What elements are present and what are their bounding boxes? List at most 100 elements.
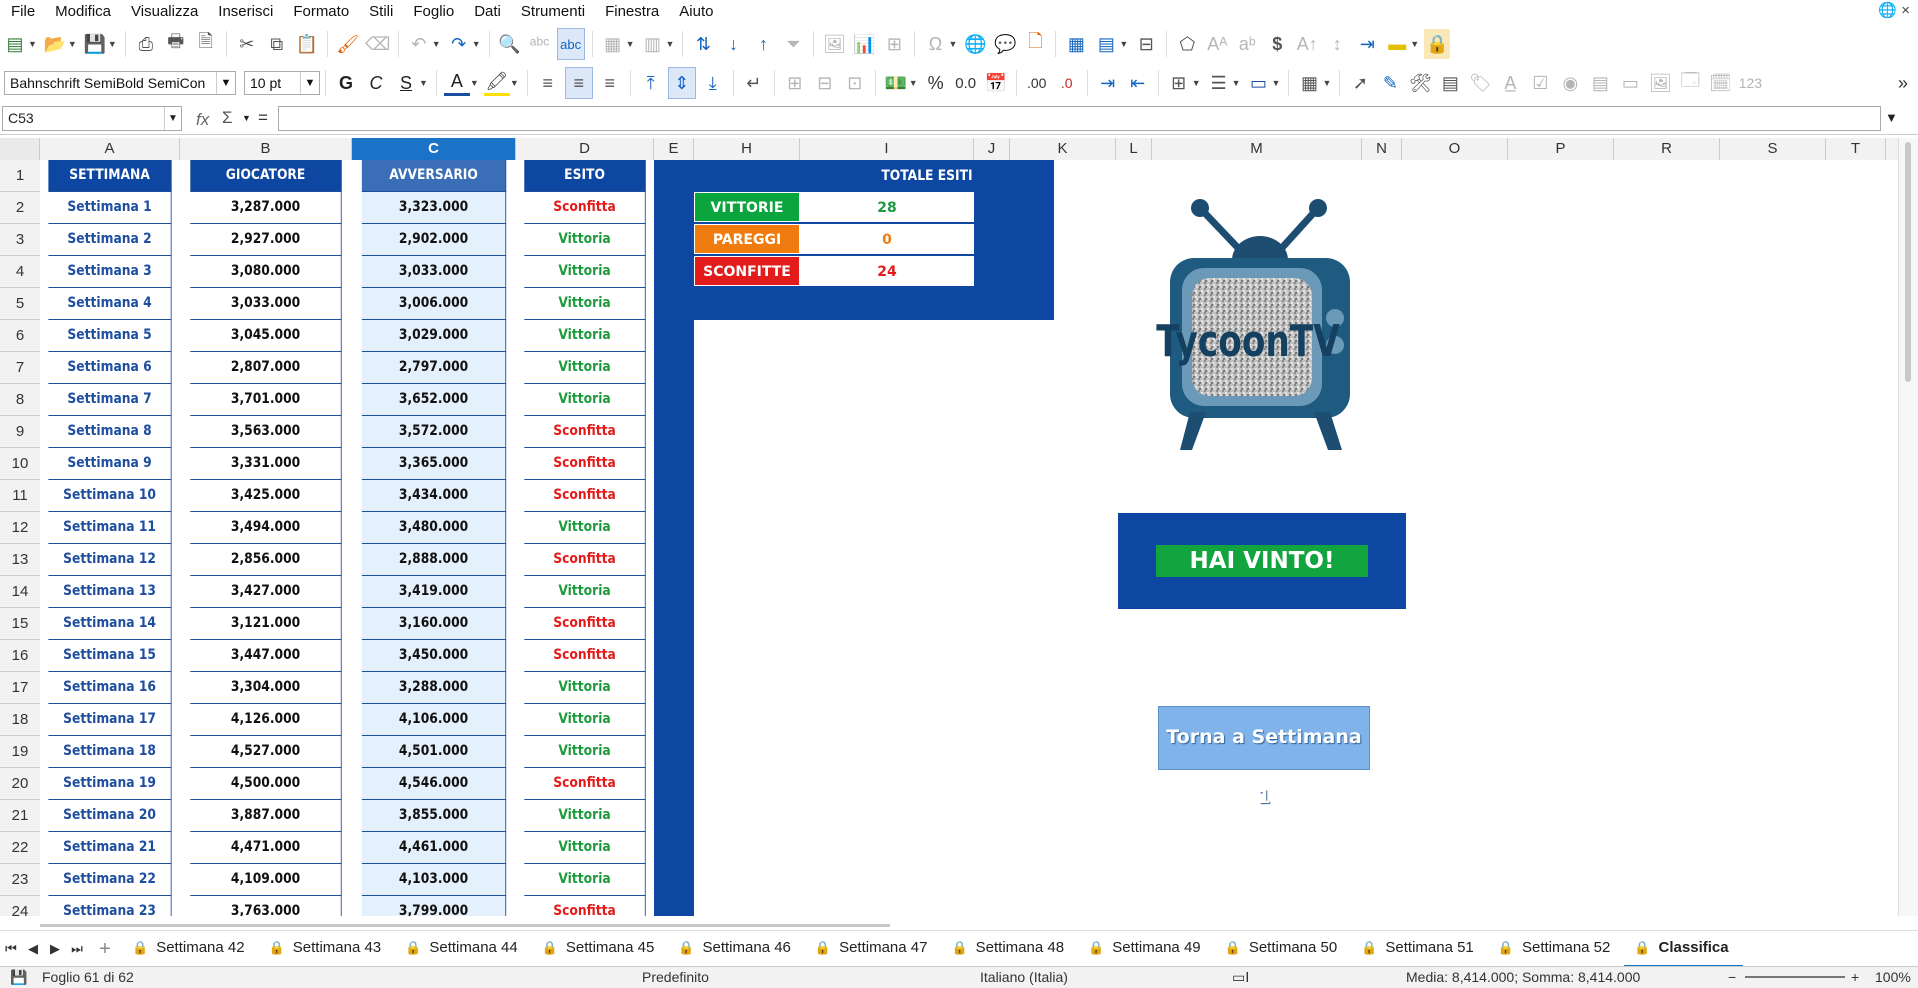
menu-foglio[interactable]: Foglio bbox=[402, 3, 463, 20]
align-left-icon[interactable]: ≡ bbox=[535, 68, 561, 98]
menu-formato[interactable]: Formato bbox=[282, 3, 358, 20]
opponent-score-cell[interactable]: 4,546.000 bbox=[361, 768, 507, 800]
sheet-tab[interactable]: 🔒 Settimana 48 bbox=[941, 931, 1078, 965]
format-number-icon[interactable]: 0.0 bbox=[953, 68, 979, 98]
column-header-c[interactable]: C bbox=[352, 138, 516, 160]
player-score-cell[interactable]: 4,500.000 bbox=[190, 768, 342, 800]
menu-visualizza[interactable]: Visualizza bbox=[120, 3, 207, 20]
opponent-score-cell[interactable]: 3,033.000 bbox=[361, 256, 507, 288]
player-score-cell[interactable]: 3,887.000 bbox=[190, 800, 342, 832]
menu-file[interactable]: File bbox=[0, 3, 44, 20]
hyperlink-icon[interactable]: 🌐 bbox=[962, 29, 988, 59]
merge-center-icon[interactable]: ⊞ bbox=[782, 68, 808, 98]
sheet-tab[interactable]: 🔒 Settimana 44 bbox=[395, 931, 532, 965]
export-pdf-icon[interactable]: ⎙ bbox=[133, 29, 159, 59]
horizontal-scrollbar[interactable] bbox=[0, 916, 1898, 930]
row-header[interactable]: 7 bbox=[0, 352, 40, 384]
sheet-tab[interactable]: 🔒 Settimana 51 bbox=[1351, 931, 1488, 965]
week-cell[interactable]: Settimana 18 bbox=[48, 736, 172, 768]
window-controls-icon[interactable]: 🌐 × bbox=[1878, 1, 1910, 19]
header-footer-icon[interactable]: 🗋 bbox=[1022, 29, 1048, 59]
grow-text-icon[interactable]: A↑ bbox=[1294, 29, 1320, 59]
week-cell[interactable]: Settimana 13 bbox=[48, 576, 172, 608]
week-cell[interactable]: Settimana 11 bbox=[48, 512, 172, 544]
row-header[interactable]: 20 bbox=[0, 768, 40, 800]
sort-icon[interactable]: ⇅ bbox=[690, 29, 716, 59]
opponent-score-cell[interactable]: 2,902.000 bbox=[361, 224, 507, 256]
copy-icon[interactable]: ⧉ bbox=[264, 29, 290, 59]
week-cell[interactable]: Settimana 10 bbox=[48, 480, 172, 512]
selection-mode-icon[interactable]: ▭Ⅰ bbox=[1232, 969, 1249, 986]
outcome-cell[interactable]: Vittoria bbox=[524, 576, 646, 608]
opponent-score-cell[interactable]: 3,288.000 bbox=[361, 672, 507, 704]
outcome-cell[interactable]: Vittoria bbox=[524, 384, 646, 416]
player-score-cell[interactable]: 3,045.000 bbox=[190, 320, 342, 352]
opponent-score-cell[interactable]: 4,106.000 bbox=[361, 704, 507, 736]
opponent-score-cell[interactable]: 3,029.000 bbox=[361, 320, 507, 352]
week-cell[interactable]: Settimana 21 bbox=[48, 832, 172, 864]
week-cell[interactable]: Settimana 12 bbox=[48, 544, 172, 576]
player-score-cell[interactable]: 3,763.000 bbox=[190, 896, 342, 916]
opponent-score-cell[interactable]: 4,501.000 bbox=[361, 736, 507, 768]
border-color-icon[interactable]: ▭ bbox=[1246, 68, 1272, 98]
font-size-box[interactable]: 10 pt ▼ bbox=[244, 71, 320, 95]
highlight-icon[interactable]: ▬ bbox=[1384, 29, 1410, 59]
opponent-score-cell[interactable]: 3,855.000 bbox=[361, 800, 507, 832]
cut-icon[interactable]: ✂ bbox=[234, 29, 260, 59]
font-grow-icon[interactable]: Aᴬ bbox=[1204, 29, 1230, 59]
background-color-icon[interactable]: 🖍 bbox=[483, 71, 510, 96]
list-box-icon[interactable]: ▤ bbox=[1587, 68, 1613, 98]
outcome-cell[interactable]: Sconfitta bbox=[524, 192, 646, 224]
opponent-score-cell[interactable]: 4,103.000 bbox=[361, 864, 507, 896]
horizontal-scroll-thumb[interactable] bbox=[40, 924, 890, 927]
decrease-indent-icon[interactable]: ⇤ bbox=[1125, 68, 1151, 98]
outcome-cell[interactable]: Vittoria bbox=[524, 864, 646, 896]
outcome-cell[interactable]: Sconfitta bbox=[524, 448, 646, 480]
player-score-cell[interactable]: 3,425.000 bbox=[190, 480, 342, 512]
column-title-giocatore[interactable]: GIOCATORE bbox=[190, 160, 342, 192]
week-cell[interactable]: Settimana 8 bbox=[48, 416, 172, 448]
outcome-cell[interactable]: Sconfitta bbox=[524, 768, 646, 800]
column-title-settimana[interactable]: SETTIMANA bbox=[48, 160, 172, 192]
opponent-score-cell[interactable]: 3,450.000 bbox=[361, 640, 507, 672]
outcome-cell[interactable]: Vittoria bbox=[524, 288, 646, 320]
row-header[interactable]: 15 bbox=[0, 608, 40, 640]
week-cell[interactable]: Settimana 16 bbox=[48, 672, 172, 704]
sheet-tab[interactable]: 🔒 Settimana 50 bbox=[1215, 931, 1352, 965]
outcome-cell[interactable]: Vittoria bbox=[524, 320, 646, 352]
week-cell[interactable]: Settimana 4 bbox=[48, 288, 172, 320]
column-header-e[interactable]: E bbox=[654, 138, 694, 160]
print-icon[interactable]: 🖶 bbox=[163, 29, 189, 59]
outcome-cell[interactable]: Vittoria bbox=[524, 512, 646, 544]
player-score-cell[interactable]: 3,427.000 bbox=[190, 576, 342, 608]
sheet-tab[interactable]: 🔒 Classifica bbox=[1624, 930, 1743, 968]
player-score-cell[interactable]: 3,494.000 bbox=[190, 512, 342, 544]
row-header[interactable]: 6 bbox=[0, 320, 40, 352]
week-cell[interactable]: Settimana 1 bbox=[48, 192, 172, 224]
align-bottom-icon[interactable]: ⤓ bbox=[700, 68, 726, 98]
row-header[interactable]: 13 bbox=[0, 544, 40, 576]
align-right-icon[interactable]: ≡ bbox=[597, 68, 623, 98]
column-header-i[interactable]: I bbox=[800, 138, 974, 160]
player-score-cell[interactable]: 3,287.000 bbox=[190, 192, 342, 224]
back-to-week-1-button[interactable]: Torna a Settimana 1 bbox=[1158, 706, 1370, 808]
sheet-tab[interactable]: 🔒 Settimana 45 bbox=[532, 931, 669, 965]
define-print-area-icon[interactable]: ▦ bbox=[1063, 29, 1089, 59]
week-cell[interactable]: Settimana 14 bbox=[48, 608, 172, 640]
column-title-esito[interactable]: ESITO bbox=[524, 160, 646, 192]
sort-descending-icon[interactable]: ↑ bbox=[750, 29, 776, 59]
zoom-out-icon[interactable]: − bbox=[1728, 969, 1736, 985]
form-design-icon[interactable]: ▤ bbox=[1437, 68, 1463, 98]
redo-icon[interactable]: ↷ bbox=[446, 29, 472, 59]
opponent-score-cell[interactable]: 3,652.000 bbox=[361, 384, 507, 416]
outcome-cell[interactable]: Sconfitta bbox=[524, 416, 646, 448]
italic-button[interactable]: C bbox=[363, 68, 389, 98]
option-button-icon[interactable]: ◉ bbox=[1557, 68, 1583, 98]
format-date-icon[interactable]: 📅 bbox=[983, 68, 1009, 98]
row-header[interactable]: 3 bbox=[0, 224, 40, 256]
sheet-tab[interactable]: 🔒 Settimana 43 bbox=[259, 931, 396, 965]
print-preview-icon[interactable]: 🗎 bbox=[193, 29, 219, 59]
design-mode-icon[interactable]: ✎ bbox=[1377, 68, 1403, 98]
bold-button[interactable]: G bbox=[333, 68, 359, 98]
unmerge-cells-icon[interactable]: ⊡ bbox=[842, 68, 868, 98]
